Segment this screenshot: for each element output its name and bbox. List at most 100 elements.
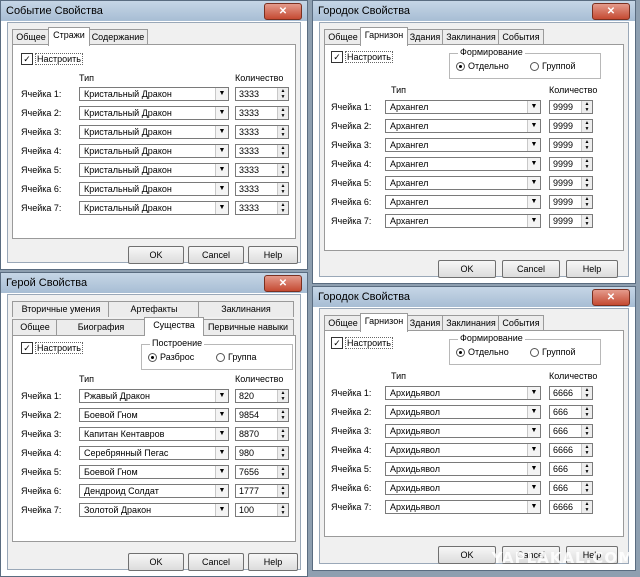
spin-arrows-icon[interactable]: ▲ ▼: [581, 101, 592, 113]
cell-type-dropdown[interactable]: Золотой Дракон ▼: [79, 503, 229, 517]
ok-button[interactable]: OK: [128, 553, 184, 571]
tab-general[interactable]: Общее: [12, 319, 58, 335]
chevron-down-icon[interactable]: ▼: [527, 215, 540, 227]
cell-type-dropdown[interactable]: Серебрянный Пегас ▼: [79, 446, 229, 460]
cell-type-dropdown[interactable]: Архидьявол ▼: [385, 443, 541, 457]
chevron-down-icon[interactable]: ▼: [215, 88, 228, 100]
cell-type-dropdown[interactable]: Кристальный Дракон ▼: [79, 144, 229, 158]
chevron-down-icon[interactable]: ▼: [527, 387, 540, 399]
cancel-button[interactable]: Cancel: [188, 246, 244, 264]
cell-count-spinner[interactable]: 3333 ▲ ▼: [235, 163, 289, 177]
cell-count-spinner[interactable]: 9999 ▲ ▼: [549, 157, 593, 171]
spin-arrows-icon[interactable]: ▲ ▼: [581, 120, 592, 132]
cell-count-spinner[interactable]: 3333 ▲ ▼: [235, 201, 289, 215]
spin-arrows-icon[interactable]: ▲ ▼: [277, 183, 288, 195]
spin-arrows-icon[interactable]: ▲ ▼: [581, 196, 592, 208]
cell-type-dropdown[interactable]: Капитан Кентавров ▼: [79, 427, 229, 441]
cell-count-spinner[interactable]: 9999 ▲ ▼: [549, 214, 593, 228]
cell-type-dropdown[interactable]: Кристальный Дракон ▼: [79, 182, 229, 196]
spin-arrows-icon[interactable]: ▲ ▼: [277, 145, 288, 157]
cell-count-spinner[interactable]: 7656 ▲ ▼: [235, 465, 289, 479]
chevron-down-icon[interactable]: ▼: [527, 463, 540, 475]
cell-type-dropdown[interactable]: Кристальный Дракон ▼: [79, 106, 229, 120]
tab-primary-skills[interactable]: Первичные навыки: [202, 319, 294, 335]
cell-count-spinner[interactable]: 100 ▲ ▼: [235, 503, 289, 517]
help-button[interactable]: Help: [248, 246, 298, 264]
cell-type-dropdown[interactable]: Архангел ▼: [385, 214, 541, 228]
spin-arrows-icon[interactable]: ▲ ▼: [581, 444, 592, 456]
customize-checkbox[interactable]: ✓: [21, 342, 33, 354]
tab-buildings[interactable]: Здания: [406, 315, 444, 331]
spin-arrows-icon[interactable]: ▲ ▼: [277, 164, 288, 176]
chevron-down-icon[interactable]: ▼: [215, 183, 228, 195]
tab-garrison[interactable]: Гарнизон: [360, 27, 408, 46]
cell-count-spinner[interactable]: 9999 ▲ ▼: [549, 119, 593, 133]
cell-type-dropdown[interactable]: Архидьявол ▼: [385, 405, 541, 419]
spin-arrows-icon[interactable]: ▲ ▼: [277, 447, 288, 459]
tab-biography[interactable]: Биография: [56, 319, 146, 335]
tab-general[interactable]: Общее: [324, 315, 362, 331]
spin-arrows-icon[interactable]: ▲ ▼: [581, 215, 592, 227]
spin-arrows-icon[interactable]: ▲ ▼: [277, 409, 288, 421]
tab-spells[interactable]: Заклинания: [442, 315, 500, 331]
spin-arrows-icon[interactable]: ▲ ▼: [581, 406, 592, 418]
cell-count-spinner[interactable]: 3333 ▲ ▼: [235, 87, 289, 101]
close-icon[interactable]: ✕: [264, 3, 302, 20]
cell-count-spinner[interactable]: 9999 ▲ ▼: [549, 100, 593, 114]
chevron-down-icon[interactable]: ▼: [527, 196, 540, 208]
chevron-down-icon[interactable]: ▼: [527, 177, 540, 189]
cell-type-dropdown[interactable]: Архангел ▼: [385, 100, 541, 114]
cell-count-spinner[interactable]: 666 ▲ ▼: [549, 424, 593, 438]
cell-type-dropdown[interactable]: Архидьявол ▼: [385, 424, 541, 438]
tab-garrison[interactable]: Гарнизон: [360, 313, 408, 332]
title-bar[interactable]: Городок Свойства ✕: [313, 1, 635, 21]
cell-count-spinner[interactable]: 6666 ▲ ▼: [549, 443, 593, 457]
ok-button[interactable]: OK: [128, 246, 184, 264]
cell-count-spinner[interactable]: 3333 ▲ ▼: [235, 125, 289, 139]
radio-group[interactable]: [530, 62, 539, 71]
customize-checkbox[interactable]: ✓: [331, 51, 343, 63]
spin-arrows-icon[interactable]: ▲ ▼: [277, 126, 288, 138]
cell-count-spinner[interactable]: 6666 ▲ ▼: [549, 386, 593, 400]
tab-events[interactable]: События: [498, 315, 544, 331]
chevron-down-icon[interactable]: ▼: [215, 164, 228, 176]
cell-type-dropdown[interactable]: Архангел ▼: [385, 195, 541, 209]
cell-count-spinner[interactable]: 3333 ▲ ▼: [235, 182, 289, 196]
chevron-down-icon[interactable]: ▼: [215, 447, 228, 459]
cell-type-dropdown[interactable]: Архангел ▼: [385, 119, 541, 133]
tab-general[interactable]: Общее: [12, 29, 50, 45]
chevron-down-icon[interactable]: ▼: [215, 107, 228, 119]
cell-count-spinner[interactable]: 8870 ▲ ▼: [235, 427, 289, 441]
cell-count-spinner[interactable]: 666 ▲ ▼: [549, 405, 593, 419]
cell-type-dropdown[interactable]: Боевой Гном ▼: [79, 408, 229, 422]
cell-type-dropdown[interactable]: Дендроид Солдат ▼: [79, 484, 229, 498]
cell-type-dropdown[interactable]: Архангел ▼: [385, 176, 541, 190]
customize-checkbox[interactable]: ✓: [331, 337, 343, 349]
cell-count-spinner[interactable]: 9999 ▲ ▼: [549, 138, 593, 152]
cell-type-dropdown[interactable]: Архидьявол ▼: [385, 481, 541, 495]
tab-buildings[interactable]: Здания: [406, 29, 444, 45]
spin-arrows-icon[interactable]: ▲ ▼: [581, 482, 592, 494]
spin-arrows-icon[interactable]: ▲ ▼: [277, 428, 288, 440]
close-icon[interactable]: ✕: [592, 289, 630, 306]
close-icon[interactable]: ✕: [592, 3, 630, 20]
spin-arrows-icon[interactable]: ▲ ▼: [277, 390, 288, 402]
cell-type-dropdown[interactable]: Ржавый Дракон ▼: [79, 389, 229, 403]
cell-count-spinner[interactable]: 9999 ▲ ▼: [549, 195, 593, 209]
chevron-down-icon[interactable]: ▼: [527, 444, 540, 456]
spin-arrows-icon[interactable]: ▲ ▼: [277, 504, 288, 516]
help-button[interactable]: Help: [566, 260, 618, 278]
cell-type-dropdown[interactable]: Кристальный Дракон ▼: [79, 163, 229, 177]
cell-type-dropdown[interactable]: Кристальный Дракон ▼: [79, 87, 229, 101]
chevron-down-icon[interactable]: ▼: [215, 504, 228, 516]
cell-count-spinner[interactable]: 666 ▲ ▼: [549, 462, 593, 476]
tab-guards[interactable]: Стражи: [48, 27, 90, 46]
spin-arrows-icon[interactable]: ▲ ▼: [277, 107, 288, 119]
tab-general[interactable]: Общее: [324, 29, 362, 45]
help-button[interactable]: Help: [248, 553, 298, 571]
tab-spells[interactable]: Заклинания: [442, 29, 500, 45]
chevron-down-icon[interactable]: ▼: [215, 126, 228, 138]
tab-events[interactable]: События: [498, 29, 544, 45]
chevron-down-icon[interactable]: ▼: [215, 145, 228, 157]
spin-arrows-icon[interactable]: ▲ ▼: [581, 158, 592, 170]
